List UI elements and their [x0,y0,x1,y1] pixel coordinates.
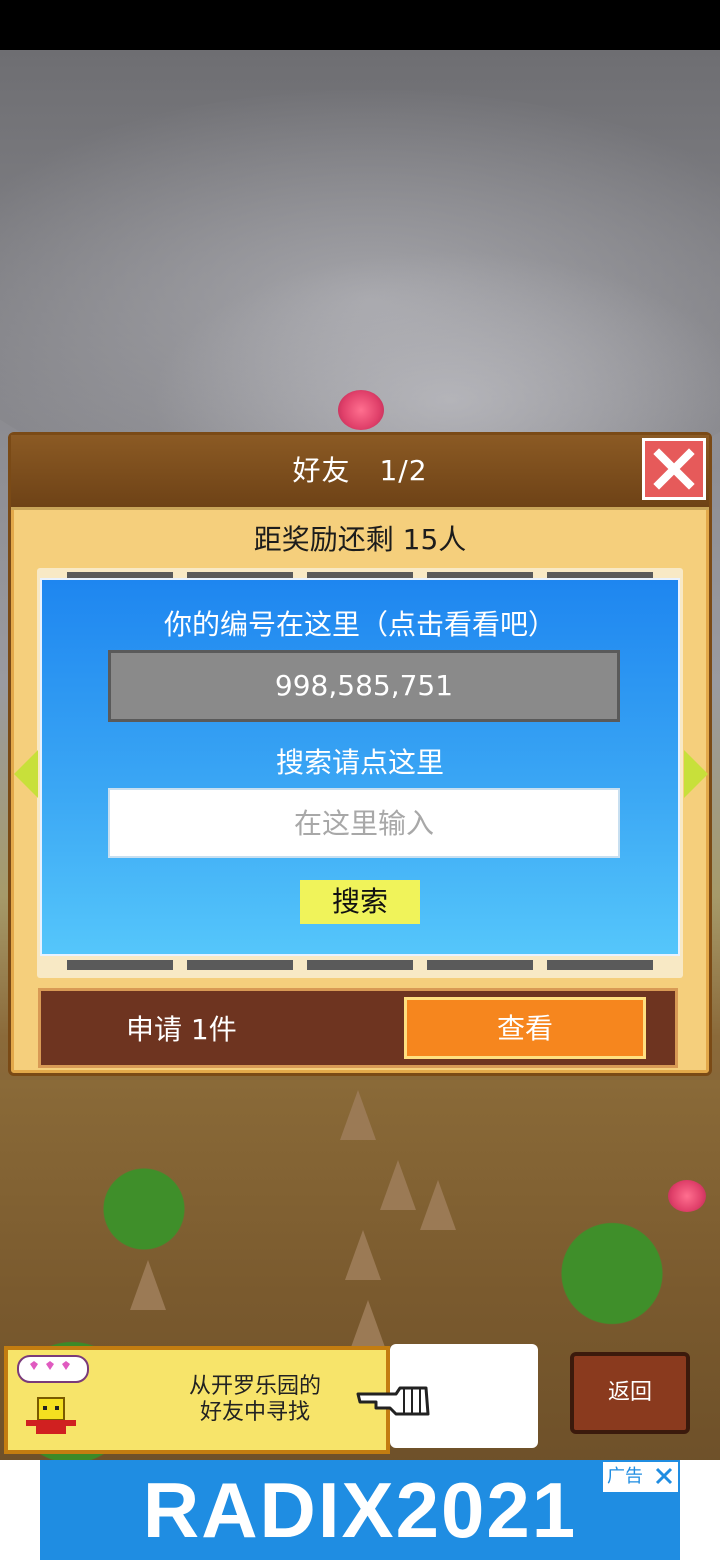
kairo-mascot-icon [17,1355,89,1434]
hint-line-2: 好友中寻找 [199,1400,310,1425]
hint-text: 从开罗乐园的 好友中寻找 [130,1374,380,1426]
red-shrub [668,1180,706,1212]
slot-edge [67,960,173,970]
rock-spire [420,1180,456,1230]
close-icon [653,448,695,490]
id-caption: 你的编号在这里（点击看看吧） [163,608,556,641]
ad-close-icon[interactable] [654,1466,674,1486]
slot-edge [307,960,413,970]
friend-search-input[interactable] [108,788,620,858]
flower-bush [338,390,384,430]
rock-spire [350,1300,386,1350]
rock-spire [345,1230,381,1280]
slot-edge [187,960,293,970]
search-button[interactable]: 搜索 [300,880,420,924]
rock-spire [130,1260,166,1310]
search-caption: 搜索请点这里 [275,746,444,779]
rock-spire [380,1160,416,1210]
rock-spire [340,1090,376,1140]
reward-remaining-text: 距奖励还剩 15人 [253,523,467,556]
view-requests-button[interactable]: 查看 [404,997,646,1059]
prev-page-arrow-icon[interactable] [14,750,38,798]
close-button[interactable] [642,438,706,500]
hint-line-1: 从开罗乐园的 [188,1374,321,1399]
ad-label-text: 广告 [607,1466,643,1487]
player-id-field[interactable]: 998,585,751 [108,650,620,722]
status-bar [0,0,720,50]
pointing-hand-icon [356,1386,430,1416]
next-page-arrow-icon[interactable] [684,750,708,798]
dialog-title: 好友 1/2 [292,454,428,487]
slot-edge [547,960,653,970]
ad-banner[interactable]: RADIX2021 [40,1460,680,1560]
back-button[interactable]: 返回 [570,1352,690,1434]
request-count-text: 申请 1件 [126,1013,237,1046]
slot-edge [427,960,533,970]
ad-label[interactable]: 广告 [603,1462,678,1492]
